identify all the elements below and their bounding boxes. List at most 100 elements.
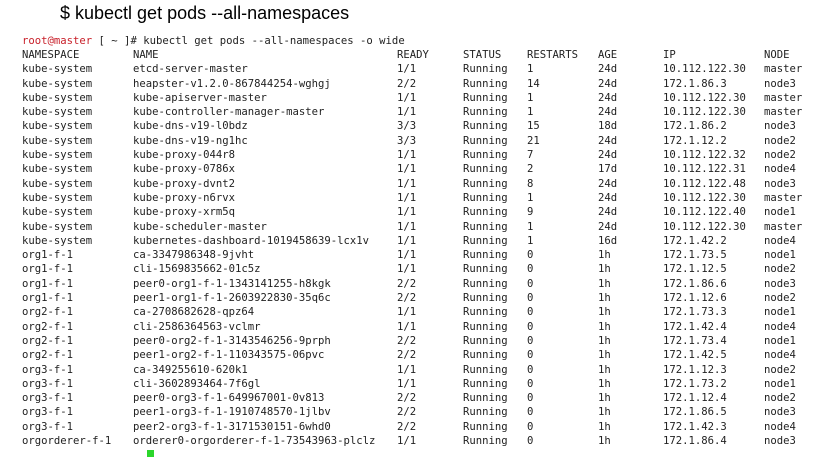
table-row: kube-system kube-proxy-044r8 1/1 Running 7 24… bbox=[22, 148, 812, 162]
pod-restarts: 15 bbox=[527, 120, 540, 133]
pod-ip: 172.1.12.5 bbox=[663, 263, 727, 276]
pod-status: Running bbox=[463, 206, 508, 219]
pod-ready: 1/1 bbox=[397, 220, 417, 233]
pod-status: Running bbox=[463, 234, 508, 247]
pod-restarts: 0 bbox=[527, 435, 534, 448]
pod-age: 16d bbox=[598, 234, 618, 247]
pod-status: Running bbox=[463, 363, 508, 376]
pod-namespace: orgorderer-f-1 bbox=[22, 435, 112, 448]
pod-ready: 1/1 bbox=[397, 91, 417, 104]
pod-restarts: 0 bbox=[527, 334, 534, 347]
pod-node: node3 bbox=[764, 77, 796, 90]
pod-status: Running bbox=[463, 320, 508, 333]
table-row: org2-f-1 cli-2586364563-vclmr 1/1 Running 0 1… bbox=[22, 320, 812, 334]
pod-name: kube-controller-manager-master bbox=[133, 106, 325, 119]
pod-age: 1h bbox=[598, 249, 611, 262]
pod-namespace: kube-system bbox=[22, 120, 93, 133]
pod-ip: 10.112.122.30 bbox=[663, 106, 746, 119]
pod-node: node2 bbox=[764, 363, 796, 376]
command-caption: $ kubectl get pods --all-namespaces bbox=[60, 3, 350, 23]
pod-restarts: 0 bbox=[527, 306, 534, 319]
pod-restarts: 0 bbox=[527, 420, 534, 433]
pod-ip: 172.1.73.3 bbox=[663, 306, 727, 319]
pod-restarts: 0 bbox=[527, 406, 534, 419]
pod-node: node1 bbox=[764, 334, 796, 347]
pod-namespace: kube-system bbox=[22, 63, 93, 76]
pod-ip: 10.112.122.31 bbox=[663, 163, 746, 176]
pod-name: cli-2586364563-vclmr bbox=[133, 320, 261, 333]
pod-status: Running bbox=[463, 292, 508, 305]
table-row: org2-f-1 ca-2708682628-qpz64 1/1 Running 0 1h… bbox=[22, 305, 812, 319]
pod-age: 24d bbox=[598, 63, 618, 76]
pod-ip: 172.1.86.3 bbox=[663, 77, 727, 90]
pod-ready: 1/1 bbox=[397, 377, 417, 390]
pod-ready: 1/1 bbox=[397, 234, 417, 247]
table-row: org3-f-1 cli-3602893464-7f6gl 1/1 Running 0 1… bbox=[22, 377, 812, 391]
pod-age: 24d bbox=[598, 220, 618, 233]
table-row: kube-system kube-controller-manager-maste… bbox=[22, 105, 812, 119]
pod-status: Running bbox=[463, 220, 508, 233]
pod-namespace: kube-system bbox=[22, 234, 93, 247]
pod-age: 24d bbox=[598, 177, 618, 190]
pod-name: kube-proxy-044r8 bbox=[133, 149, 236, 162]
pod-restarts: 1 bbox=[527, 91, 534, 104]
pod-name: kube-proxy-dvnt2 bbox=[133, 177, 236, 190]
table-row: kube-system kubernetes-dashboard-10194586… bbox=[22, 234, 812, 248]
header-ready: READY bbox=[397, 49, 429, 61]
pod-namespace: org3-f-1 bbox=[22, 406, 74, 419]
pod-restarts: 0 bbox=[527, 249, 534, 262]
pod-namespace: kube-system bbox=[22, 177, 93, 190]
pod-ip: 10.112.122.30 bbox=[663, 63, 746, 76]
pod-ip: 172.1.42.4 bbox=[663, 320, 727, 333]
pod-name: cli-1569835662-01c5z bbox=[133, 263, 261, 276]
pod-name: kube-scheduler-master bbox=[133, 220, 267, 233]
pod-namespace: kube-system bbox=[22, 77, 93, 90]
table-row: org3-f-1 peer2-org3-f-1-3171530151-6whd0 2… bbox=[22, 420, 812, 434]
pod-status: Running bbox=[463, 277, 508, 290]
table-row: org1-f-1 peer1-org1-f-1-2603922830-35q6c 2… bbox=[22, 291, 812, 305]
pod-ready: 1/1 bbox=[397, 363, 417, 376]
pod-restarts: 0 bbox=[527, 277, 534, 290]
pod-status: Running bbox=[463, 263, 508, 276]
pod-node: node4 bbox=[764, 163, 796, 176]
pod-ip: 172.1.86.6 bbox=[663, 277, 727, 290]
table-row: kube-system kube-scheduler-master 1/1 Runni… bbox=[22, 220, 812, 234]
pod-ip: 172.1.73.2 bbox=[663, 377, 727, 390]
pod-restarts: 7 bbox=[527, 149, 534, 162]
pod-node: node1 bbox=[764, 249, 796, 262]
pod-node: master bbox=[764, 220, 803, 233]
pod-namespace: kube-system bbox=[22, 134, 93, 147]
pod-ip: 172.1.42.3 bbox=[663, 420, 727, 433]
pod-status: Running bbox=[463, 306, 508, 319]
pod-restarts: 1 bbox=[527, 191, 534, 204]
table-row: kube-system kube-proxy-0786x 1/1 Running 2 17… bbox=[22, 162, 812, 176]
pod-namespace: kube-system bbox=[22, 206, 93, 219]
pod-node: node1 bbox=[764, 206, 796, 219]
pod-restarts: 9 bbox=[527, 206, 534, 219]
pod-ready: 1/1 bbox=[397, 435, 417, 448]
pod-namespace: kube-system bbox=[22, 91, 93, 104]
pod-age: 24d bbox=[598, 149, 618, 162]
table-row: org1-f-1 ca-3347986348-9jvht 1/1 Running 0 1h… bbox=[22, 248, 812, 262]
pod-namespace: org1-f-1 bbox=[22, 249, 74, 262]
pod-ready: 2/2 bbox=[397, 292, 417, 305]
pod-name: peer1-org2-f-1-110343575-06pvc bbox=[133, 349, 325, 362]
pod-name: peer1-org1-f-1-2603922830-35q6c bbox=[133, 292, 331, 305]
pod-namespace: org2-f-1 bbox=[22, 349, 74, 362]
pod-ready: 1/1 bbox=[397, 149, 417, 162]
pod-node: master bbox=[764, 191, 803, 204]
table-row: kube-system kube-dns-v19-ng1hc 3/3 Running 2… bbox=[22, 134, 812, 148]
shell-prompt: root@master [ ~ ]# kubectl get pods --al… bbox=[22, 35, 812, 48]
terminal-output[interactable]: root@master [ ~ ]# kubectl get pods --al… bbox=[22, 35, 812, 458]
pod-ready: 2/2 bbox=[397, 77, 417, 90]
table-row: org2-f-1 peer1-org2-f-1-110343575-06pvc 2/… bbox=[22, 348, 812, 362]
pod-age: 1h bbox=[598, 392, 611, 405]
table-row: kube-system kube-proxy-xrm5q 1/1 Running 9 24… bbox=[22, 205, 812, 219]
pod-ip: 172.1.86.4 bbox=[663, 435, 727, 448]
pod-node: master bbox=[764, 91, 803, 104]
pod-restarts: 21 bbox=[527, 134, 540, 147]
pod-age: 24d bbox=[598, 191, 618, 204]
pod-status: Running bbox=[463, 163, 508, 176]
pod-ip: 10.112.122.30 bbox=[663, 220, 746, 233]
pod-age: 1h bbox=[598, 349, 611, 362]
